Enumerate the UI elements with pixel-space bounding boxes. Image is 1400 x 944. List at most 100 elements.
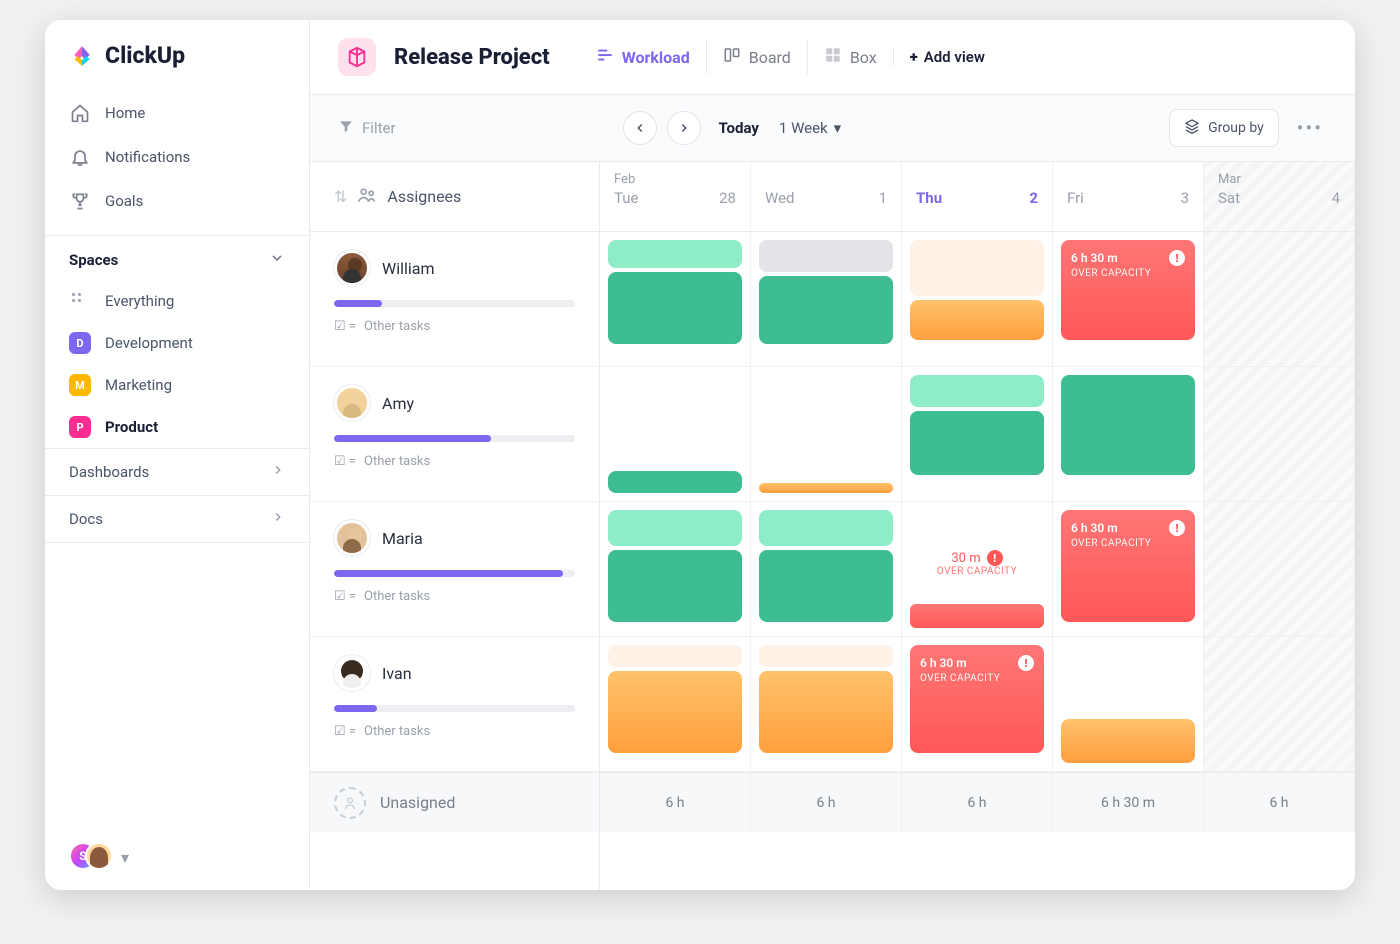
workload-cell[interactable]: [1053, 367, 1204, 502]
warning-icon: !: [1018, 655, 1034, 671]
task-block[interactable]: [910, 240, 1044, 296]
workload-cell[interactable]: [751, 637, 902, 772]
workload-icon: [596, 46, 614, 68]
prev-week-button[interactable]: [623, 111, 657, 145]
brand-name: ClickUp: [105, 42, 185, 69]
workload-cell[interactable]: 30 m!OVER CAPACITY: [902, 502, 1053, 637]
overcapacity-block[interactable]: 6 h 30 m!OVER CAPACITY: [1061, 240, 1195, 340]
chevron-right-icon: [271, 510, 285, 528]
sidebar-item-marketing[interactable]: M Marketing: [45, 364, 309, 406]
workload-cell[interactable]: [902, 367, 1053, 502]
task-block[interactable]: [910, 375, 1044, 407]
task-block[interactable]: [910, 411, 1044, 475]
workload-cell: [1204, 502, 1355, 637]
chevron-right-icon: [271, 463, 285, 481]
workload-cell[interactable]: [600, 502, 751, 637]
workload-cell: [1204, 637, 1355, 772]
task-block[interactable]: [608, 645, 742, 667]
task-block[interactable]: [759, 671, 893, 753]
task-block[interactable]: [608, 471, 742, 493]
today-button[interactable]: Today: [719, 119, 759, 137]
filter-button[interactable]: Filter: [338, 118, 396, 138]
assignee-name: William: [382, 259, 435, 278]
overcapacity-block[interactable]: 6 h 30 m!OVER CAPACITY: [1061, 510, 1195, 622]
workload-cell[interactable]: [902, 232, 1053, 367]
workload-cell[interactable]: [751, 502, 902, 637]
tab-board[interactable]: Board: [706, 40, 807, 74]
workload-cell[interactable]: [751, 232, 902, 367]
task-block[interactable]: [1061, 719, 1195, 763]
nav-home[interactable]: Home: [45, 91, 309, 135]
task-block[interactable]: [608, 550, 742, 622]
task-block[interactable]: [608, 671, 742, 753]
brand-row: ClickUp: [45, 20, 309, 87]
overcapacity-block[interactable]: 6 h 30 m!OVER CAPACITY: [910, 645, 1044, 753]
overcapacity-label: 30 m!OVER CAPACITY: [910, 550, 1044, 577]
more-menu-button[interactable]: •••: [1293, 116, 1327, 140]
nav-notifications-label: Notifications: [105, 148, 190, 166]
task-block[interactable]: [759, 240, 893, 272]
tab-box[interactable]: Box: [807, 40, 893, 74]
project-cube-icon: [338, 38, 376, 76]
assignees-header[interactable]: ⇅ Assignees: [310, 162, 599, 232]
spaces-header[interactable]: Spaces: [45, 235, 309, 280]
user-avatar: [85, 842, 113, 870]
dashboards-label: Dashboards: [69, 463, 149, 481]
grid-dots-icon: [69, 290, 91, 312]
other-tasks-link[interactable]: ☑ =Other tasks: [334, 319, 575, 334]
nav-goals[interactable]: Goals: [45, 179, 309, 223]
workload-cell[interactable]: [600, 367, 751, 502]
checklist-icon: ☑ =: [334, 319, 356, 334]
day-header-wed: Wed1: [751, 162, 902, 231]
task-block[interactable]: [910, 300, 1044, 340]
task-block[interactable]: [608, 272, 742, 344]
avatar: [334, 520, 370, 556]
person-outline-icon: [334, 787, 366, 819]
unassigned-row[interactable]: Unasigned: [310, 772, 599, 832]
user-switcher[interactable]: S ▾: [45, 824, 309, 890]
workload-cell[interactable]: 6 h 30 m!OVER CAPACITY: [902, 637, 1053, 772]
capacity-bar: [334, 705, 575, 712]
workload-cell[interactable]: [600, 637, 751, 772]
warning-icon: !: [987, 550, 1003, 566]
sidebar: ClickUp Home Notifications Goals Spaces …: [45, 20, 310, 890]
total-cell: 6 h: [751, 773, 902, 832]
assignee-row-william[interactable]: William ☑ =Other tasks: [310, 232, 599, 367]
task-block[interactable]: [759, 510, 893, 546]
next-week-button[interactable]: [667, 111, 701, 145]
overcapacity-bar[interactable]: [910, 604, 1044, 628]
task-block[interactable]: [1061, 375, 1195, 475]
sidebar-dashboards[interactable]: Dashboards: [45, 448, 309, 495]
sidebar-item-everything[interactable]: Everything: [45, 280, 309, 322]
workload-cell[interactable]: [600, 232, 751, 367]
assignee-row-amy[interactable]: Amy ☑ =Other tasks: [310, 367, 599, 502]
caret-down-icon: ▾: [121, 848, 129, 867]
add-view-button[interactable]: + Add view: [893, 48, 985, 66]
other-tasks-link[interactable]: ☑ =Other tasks: [334, 454, 575, 469]
workload-cell[interactable]: 6 h 30 m!OVER CAPACITY: [1053, 502, 1204, 637]
workload-cell[interactable]: [751, 367, 902, 502]
sidebar-item-product[interactable]: P Product: [45, 406, 309, 448]
workload-cell[interactable]: [1053, 637, 1204, 772]
assignee-row-maria[interactable]: Maria ☑ =Other tasks: [310, 502, 599, 637]
sidebar-item-development[interactable]: D Development: [45, 322, 309, 364]
task-block[interactable]: [608, 240, 742, 268]
sidebar-docs[interactable]: Docs: [45, 495, 309, 543]
range-select[interactable]: 1 Week ▾: [779, 119, 841, 137]
nav-notifications[interactable]: Notifications: [45, 135, 309, 179]
tab-workload[interactable]: Workload: [580, 40, 706, 74]
day-header-sat: MarSat4: [1204, 162, 1355, 231]
workload-cell[interactable]: 6 h 30 m!OVER CAPACITY: [1053, 232, 1204, 367]
view-tabs: Workload Board Box + Add view: [580, 40, 985, 74]
other-tasks-link[interactable]: ☑ =Other tasks: [334, 724, 575, 739]
group-by-button[interactable]: Group by: [1169, 109, 1279, 147]
assignee-row-ivan[interactable]: Ivan ☑ =Other tasks: [310, 637, 599, 772]
task-block[interactable]: [759, 550, 893, 622]
total-cell: 6 h 30 m: [1053, 773, 1204, 832]
day-header-tue: FebTue28: [600, 162, 751, 231]
task-block[interactable]: [759, 645, 893, 667]
task-block[interactable]: [608, 510, 742, 546]
task-block[interactable]: [759, 276, 893, 344]
task-block[interactable]: [759, 483, 893, 493]
other-tasks-link[interactable]: ☑ =Other tasks: [334, 589, 575, 604]
